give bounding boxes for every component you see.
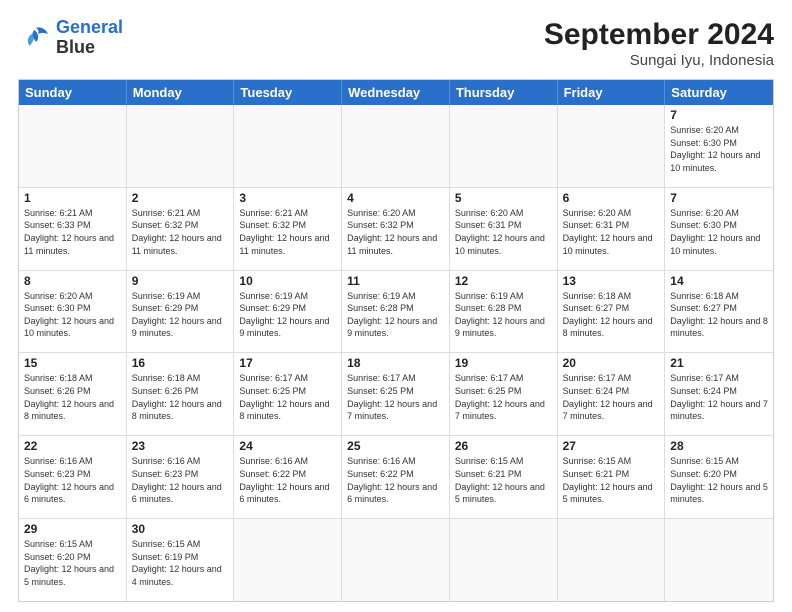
calendar-cell-9: 9Sunrise: 6:19 AMSunset: 6:29 PMDaylight… (127, 271, 235, 353)
calendar-cell-empty (558, 105, 666, 187)
calendar-week-2: 1Sunrise: 6:21 AMSunset: 6:33 PMDaylight… (19, 188, 773, 271)
calendar-cell-empty (450, 105, 558, 187)
calendar-cell-23: 23Sunrise: 6:16 AMSunset: 6:23 PMDayligh… (127, 436, 235, 518)
header-day-friday: Friday (558, 80, 666, 105)
calendar-cell-empty (558, 519, 666, 601)
calendar-cell-13: 13Sunrise: 6:18 AMSunset: 6:27 PMDayligh… (558, 271, 666, 353)
calendar-cell-20: 20Sunrise: 6:17 AMSunset: 6:24 PMDayligh… (558, 353, 666, 435)
calendar-cell-2: 2Sunrise: 6:21 AMSunset: 6:32 PMDaylight… (127, 188, 235, 270)
calendar-cell-12: 12Sunrise: 6:19 AMSunset: 6:28 PMDayligh… (450, 271, 558, 353)
calendar-week-5: 22Sunrise: 6:16 AMSunset: 6:23 PMDayligh… (19, 436, 773, 519)
calendar-cell-empty (665, 519, 773, 601)
calendar-cell-empty (342, 519, 450, 601)
calendar-cell-empty (342, 105, 450, 187)
calendar-title: September 2024 (544, 18, 774, 52)
calendar-cell-empty (127, 105, 235, 187)
calendar-cell-7: 7Sunrise: 6:20 AMSunset: 6:30 PMDaylight… (665, 105, 773, 187)
logo-text: General Blue (56, 18, 123, 58)
calendar-cell-15: 15Sunrise: 6:18 AMSunset: 6:26 PMDayligh… (19, 353, 127, 435)
header-day-thursday: Thursday (450, 80, 558, 105)
calendar-cell-24: 24Sunrise: 6:16 AMSunset: 6:22 PMDayligh… (234, 436, 342, 518)
calendar-cell-empty (234, 519, 342, 601)
calendar-header: SundayMondayTuesdayWednesdayThursdayFrid… (19, 80, 773, 105)
calendar-cell-27: 27Sunrise: 6:15 AMSunset: 6:21 PMDayligh… (558, 436, 666, 518)
calendar-cell-26: 26Sunrise: 6:15 AMSunset: 6:21 PMDayligh… (450, 436, 558, 518)
logo: General Blue (18, 18, 123, 58)
calendar-cell-18: 18Sunrise: 6:17 AMSunset: 6:25 PMDayligh… (342, 353, 450, 435)
calendar-cell-4: 4Sunrise: 6:20 AMSunset: 6:32 PMDaylight… (342, 188, 450, 270)
calendar-week-1: 7Sunrise: 6:20 AMSunset: 6:30 PMDaylight… (19, 105, 773, 188)
calendar-cell-25: 25Sunrise: 6:16 AMSunset: 6:22 PMDayligh… (342, 436, 450, 518)
calendar-cell-6: 6Sunrise: 6:20 AMSunset: 6:31 PMDaylight… (558, 188, 666, 270)
calendar-cell-empty (450, 519, 558, 601)
calendar-week-3: 8Sunrise: 6:20 AMSunset: 6:30 PMDaylight… (19, 271, 773, 354)
calendar-cell-5: 5Sunrise: 6:20 AMSunset: 6:31 PMDaylight… (450, 188, 558, 270)
logo-bird-icon (18, 24, 50, 52)
calendar-cell-empty (234, 105, 342, 187)
calendar-body: 7Sunrise: 6:20 AMSunset: 6:30 PMDaylight… (19, 105, 773, 601)
calendar: SundayMondayTuesdayWednesdayThursdayFrid… (18, 79, 774, 602)
title-block: September 2024 Sungai Iyu, Indonesia (544, 18, 774, 69)
calendar-cell-10: 10Sunrise: 6:19 AMSunset: 6:29 PMDayligh… (234, 271, 342, 353)
header-day-sunday: Sunday (19, 80, 127, 105)
header-day-tuesday: Tuesday (234, 80, 342, 105)
calendar-subtitle: Sungai Iyu, Indonesia (544, 52, 774, 69)
calendar-cell-14: 14Sunrise: 6:18 AMSunset: 6:27 PMDayligh… (665, 271, 773, 353)
calendar-week-6: 29Sunrise: 6:15 AMSunset: 6:20 PMDayligh… (19, 519, 773, 601)
calendar-week-4: 15Sunrise: 6:18 AMSunset: 6:26 PMDayligh… (19, 353, 773, 436)
calendar-cell-19: 19Sunrise: 6:17 AMSunset: 6:25 PMDayligh… (450, 353, 558, 435)
header-day-monday: Monday (127, 80, 235, 105)
calendar-cell-3: 3Sunrise: 6:21 AMSunset: 6:32 PMDaylight… (234, 188, 342, 270)
calendar-cell-30: 30Sunrise: 6:15 AMSunset: 6:19 PMDayligh… (127, 519, 235, 601)
header: General Blue September 2024 Sungai Iyu, … (18, 18, 774, 69)
calendar-cell-21: 21Sunrise: 6:17 AMSunset: 6:24 PMDayligh… (665, 353, 773, 435)
calendar-cell-17: 17Sunrise: 6:17 AMSunset: 6:25 PMDayligh… (234, 353, 342, 435)
header-day-saturday: Saturday (665, 80, 773, 105)
calendar-cell-8: 8Sunrise: 6:20 AMSunset: 6:30 PMDaylight… (19, 271, 127, 353)
calendar-cell-1: 1Sunrise: 6:21 AMSunset: 6:33 PMDaylight… (19, 188, 127, 270)
calendar-cell-empty (19, 105, 127, 187)
calendar-cell-7: 7Sunrise: 6:20 AMSunset: 6:30 PMDaylight… (665, 188, 773, 270)
page: General Blue September 2024 Sungai Iyu, … (0, 0, 792, 612)
header-day-wednesday: Wednesday (342, 80, 450, 105)
calendar-cell-22: 22Sunrise: 6:16 AMSunset: 6:23 PMDayligh… (19, 436, 127, 518)
calendar-cell-16: 16Sunrise: 6:18 AMSunset: 6:26 PMDayligh… (127, 353, 235, 435)
calendar-cell-28: 28Sunrise: 6:15 AMSunset: 6:20 PMDayligh… (665, 436, 773, 518)
calendar-cell-11: 11Sunrise: 6:19 AMSunset: 6:28 PMDayligh… (342, 271, 450, 353)
calendar-cell-29: 29Sunrise: 6:15 AMSunset: 6:20 PMDayligh… (19, 519, 127, 601)
